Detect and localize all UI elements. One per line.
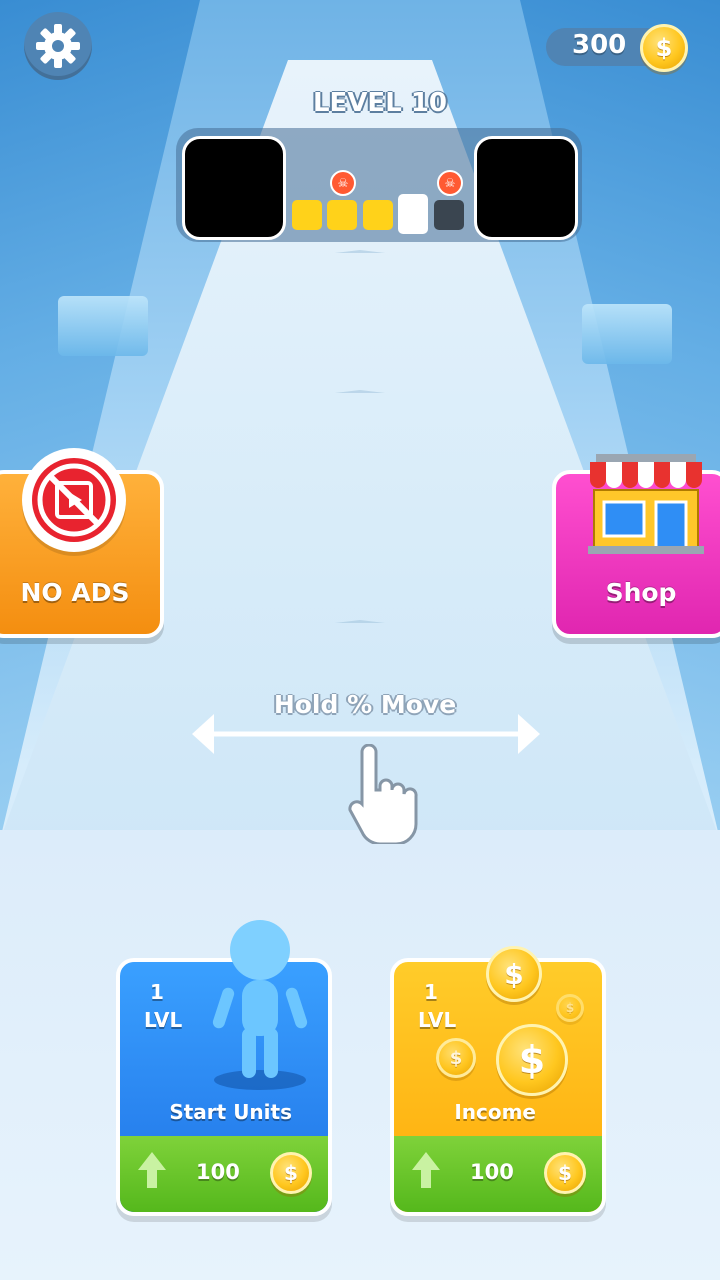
arrow-up-icon: [412, 1152, 440, 1188]
upgrade-button[interactable]: 100 $: [120, 1136, 328, 1212]
dollar-coin-icon: $: [544, 1152, 586, 1194]
stickman-unit-figure: [212, 920, 308, 1090]
ground: [0, 830, 720, 1280]
settings-button[interactable]: [24, 12, 92, 80]
dollar-coin-icon: $: [556, 994, 584, 1022]
card-level: 1: [424, 980, 438, 1004]
progress-stage-completed: [327, 200, 357, 230]
dollar-coin-icon: $: [640, 24, 688, 72]
no-ads-badge[interactable]: [22, 448, 126, 552]
gear-icon: [36, 24, 80, 68]
progress-stage-locked: [434, 200, 464, 230]
upgrade-price: 100: [196, 1160, 240, 1184]
coin-balance: 300: [572, 30, 627, 60]
dollar-coin-icon: $: [496, 1024, 568, 1096]
card-title: Income: [454, 1100, 536, 1124]
card-title: Start Units: [169, 1100, 292, 1124]
level-title: LEVEL 10: [312, 88, 447, 118]
no-ads-label: NO ADS: [20, 578, 130, 607]
dollar-coin-icon: $: [270, 1152, 312, 1194]
ice-block: [58, 296, 148, 356]
ice-block: [582, 304, 672, 364]
skull-icon: ☠: [437, 170, 463, 196]
progress-stage-current: [398, 194, 428, 234]
card-level: 1: [150, 980, 164, 1004]
dollar-coin-icon: $: [486, 946, 542, 1002]
pointing-hand-icon: [348, 744, 418, 844]
upgrade-price: 100: [470, 1160, 514, 1184]
card-level-label: LVL: [418, 1008, 457, 1032]
card-level-label: LVL: [144, 1008, 183, 1032]
no-video-icon: [32, 458, 116, 542]
progress-stage-completed: [363, 200, 393, 230]
upgrade-button[interactable]: 100 $: [394, 1136, 602, 1212]
arrow-up-icon: [138, 1152, 166, 1188]
shop-button[interactable]: Shop: [552, 454, 720, 638]
shop-label: Shop: [605, 578, 677, 607]
skull-icon: ☠: [330, 170, 356, 196]
progress-stage-completed: [292, 200, 322, 230]
progress-start-slot: [182, 136, 286, 240]
storefront-icon: [588, 454, 704, 554]
dollar-coin-icon: $: [436, 1038, 476, 1078]
progress-end-slot: [474, 136, 578, 240]
